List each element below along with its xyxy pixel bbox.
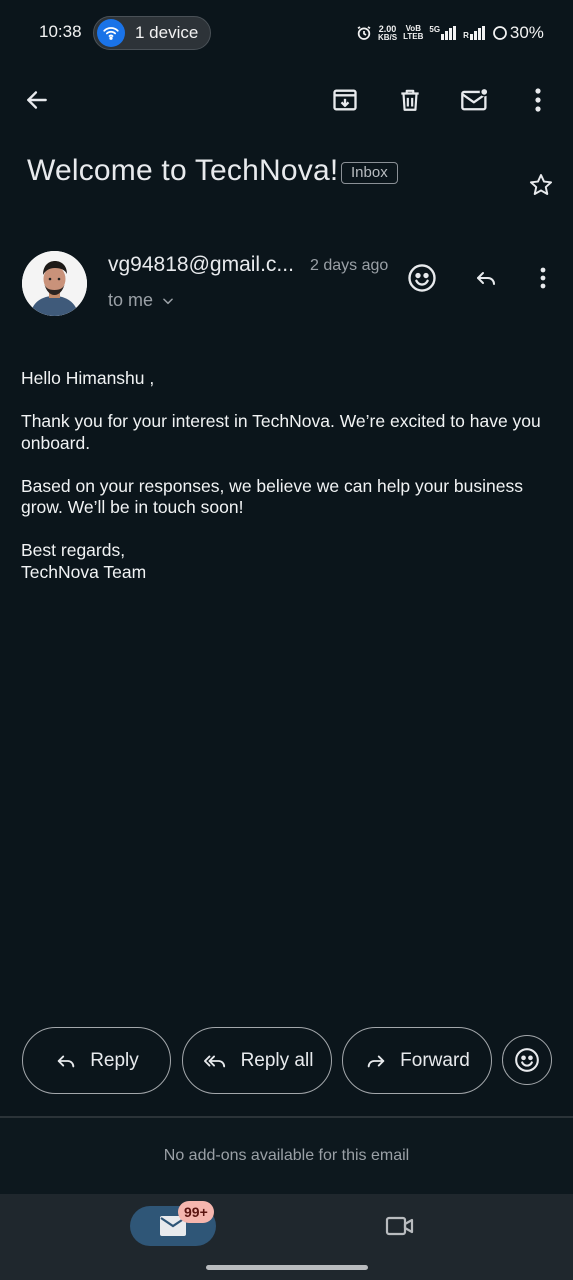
signal-bars-icon [441, 26, 457, 40]
network-speed: 2.00 KB/S [378, 23, 398, 42]
sender-avatar[interactable] [22, 251, 87, 316]
connected-device-pill[interactable]: 1 device [93, 16, 211, 50]
reply-all-button-label: Reply all [240, 1049, 314, 1071]
reply-icon [57, 1055, 75, 1067]
reply-icon [477, 272, 495, 285]
reply-all-icon [203, 1055, 225, 1067]
reply-icon-button[interactable] [466, 258, 506, 298]
star-outline-icon [529, 174, 553, 195]
video-camera-icon [385, 1216, 414, 1236]
star-button[interactable] [522, 166, 560, 204]
battery-percent: 30% [509, 23, 544, 42]
more-vertical-icon [540, 267, 546, 289]
volte-indicator: VoB LTEB [403, 24, 424, 41]
nav-meet-tab[interactable] [380, 1206, 420, 1246]
device-pill-label: 1 device [135, 23, 199, 42]
email-subject: Welcome to TechNova! [27, 154, 339, 187]
status-icons: 2.00 KB/S VoB LTEB 5G R 30% [356, 20, 544, 46]
alarm-icon [357, 26, 371, 40]
arrow-left-icon [27, 91, 47, 109]
gesture-home-bar[interactable] [206, 1265, 368, 1270]
delete-button[interactable] [389, 79, 431, 121]
signal-5g: 5G [429, 26, 457, 40]
react-button[interactable] [502, 1035, 552, 1085]
recipient-label: to me [108, 290, 154, 310]
body-signoff: Best regards, [21, 540, 126, 560]
archive-icon [333, 89, 357, 111]
mark-unread-button[interactable] [454, 79, 496, 121]
body-paragraph-1: Thank you for your interest in TechNova.… [21, 411, 541, 453]
smiley-icon [515, 1048, 539, 1072]
reply-button[interactable]: Reply [22, 1027, 171, 1094]
battery-ring-icon [492, 26, 507, 40]
forward-icon [367, 1055, 385, 1067]
body-paragraph-2: Based on your responses, we believe we c… [21, 475, 523, 518]
archive-button[interactable] [324, 79, 366, 121]
forward-button-label: Forward [400, 1049, 470, 1071]
signal-roaming: R [463, 26, 486, 40]
mail-count-badge: 99+ [178, 1201, 214, 1223]
email-time: 2 days ago [310, 257, 389, 274]
status-time: 10:38 [39, 22, 82, 41]
forward-button[interactable]: Forward [342, 1027, 492, 1094]
wifi-hotspot-icon [97, 19, 125, 47]
back-button[interactable] [16, 79, 58, 121]
message-more-button[interactable] [526, 258, 560, 298]
sender-email[interactable]: vg94818@gmail.c... [108, 253, 294, 277]
inbox-label-chip[interactable]: Inbox [341, 162, 398, 184]
reply-button-label: Reply [90, 1049, 139, 1071]
more-vertical-icon [535, 88, 541, 112]
reply-all-button[interactable]: Reply all [182, 1027, 332, 1094]
trash-icon [401, 89, 419, 111]
signal-bars-icon-2 [469, 26, 485, 40]
mail-unread-icon [461, 87, 489, 111]
chevron-down-icon [163, 297, 173, 304]
body-signature: TechNova Team [21, 561, 147, 582]
email-body: Hello Himanshu , Thank you for your inte… [21, 368, 553, 583]
add-reaction-button[interactable] [402, 258, 442, 298]
recipient-details-toggle[interactable]: to me [108, 290, 175, 311]
more-options-button[interactable] [517, 79, 559, 121]
body-greeting: Hello Himanshu , [21, 368, 155, 388]
smiley-icon [408, 264, 436, 292]
addons-message: No add-ons available for this email [0, 1118, 573, 1194]
